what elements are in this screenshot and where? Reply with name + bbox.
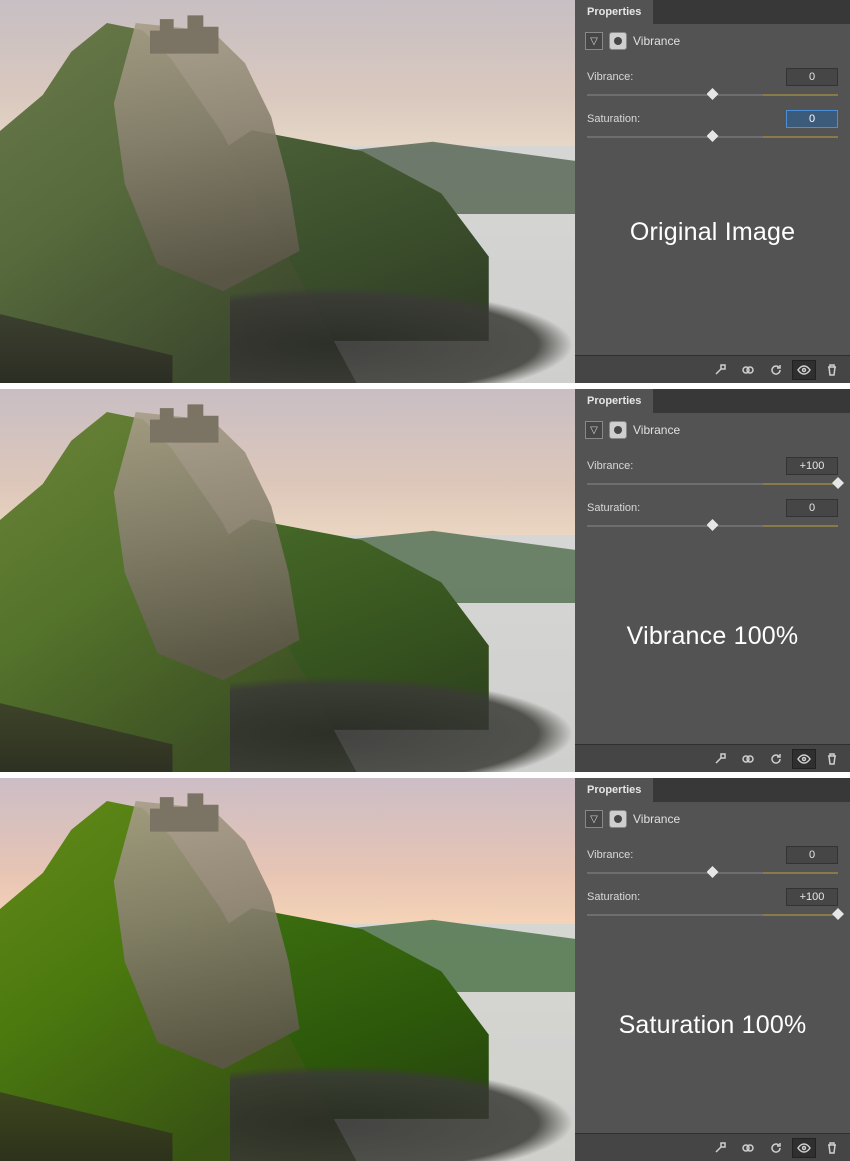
vibrance-value-input[interactable]: +100	[786, 457, 838, 475]
panel-menu-icon[interactable]	[828, 0, 850, 24]
layer-mask-icon[interactable]	[609, 32, 627, 50]
adjustment-type-icon[interactable]: ▽	[585, 421, 603, 439]
rocky-shore	[230, 1065, 575, 1161]
adjustment-header: ▽ Vibrance	[575, 802, 850, 832]
adjustment-header: ▽ Vibrance	[575, 24, 850, 54]
vibrance-label: Vibrance:	[587, 71, 633, 83]
saturation-label: Saturation:	[587, 891, 640, 903]
adjustment-controls: Vibrance: 0 Saturation: 0	[575, 54, 850, 144]
adjustment-type-icon[interactable]: ▽	[585, 32, 603, 50]
toggle-visibility-icon[interactable]	[792, 360, 816, 380]
panel-tab-bar: Properties	[575, 389, 850, 413]
rocky-shore	[230, 676, 575, 772]
vibrance-row: Vibrance: +100	[587, 457, 838, 475]
comparison-row: Properties ▽ Vibrance Vibrance: 0	[0, 0, 850, 383]
clip-to-layer-icon[interactable]	[708, 360, 732, 380]
saturation-value-input[interactable]: 0	[786, 499, 838, 517]
vibrance-label: Vibrance:	[587, 849, 633, 861]
toggle-visibility-icon[interactable]	[792, 749, 816, 769]
delete-icon[interactable]	[820, 749, 844, 769]
saturation-slider[interactable]	[587, 519, 838, 533]
adjustment-title: Vibrance	[633, 423, 680, 437]
reset-icon[interactable]	[764, 360, 788, 380]
landscape-photo	[0, 0, 575, 383]
saturation-slider[interactable]	[587, 130, 838, 144]
properties-tab[interactable]: Properties	[575, 389, 653, 413]
vibrance-row: Vibrance: 0	[587, 68, 838, 86]
vibrance-value-input[interactable]: 0	[786, 68, 838, 86]
clip-to-layer-icon[interactable]	[708, 1138, 732, 1158]
delete-icon[interactable]	[820, 360, 844, 380]
layer-mask-icon[interactable]	[609, 810, 627, 828]
reset-icon[interactable]	[764, 749, 788, 769]
panel-footer	[575, 355, 850, 383]
adjustment-controls: Vibrance: +100 Saturation: 0	[575, 443, 850, 533]
saturation-slider-thumb[interactable]	[832, 908, 844, 920]
panel-menu-icon[interactable]	[828, 389, 850, 413]
adjustment-controls: Vibrance: 0 Saturation: +100	[575, 832, 850, 922]
vibrance-slider-thumb[interactable]	[707, 866, 719, 878]
adjustment-title: Vibrance	[633, 34, 680, 48]
saturation-row: Saturation: 0	[587, 110, 838, 128]
adjustment-title: Vibrance	[633, 812, 680, 826]
saturation-row: Saturation: 0	[587, 499, 838, 517]
rocky-shore	[230, 287, 575, 383]
adjustment-type-icon[interactable]: ▽	[585, 810, 603, 828]
panel-footer	[575, 744, 850, 772]
panel-tab-bar: Properties	[575, 0, 850, 24]
vibrance-slider-thumb[interactable]	[832, 477, 844, 489]
vibrance-slider-thumb[interactable]	[707, 88, 719, 100]
comparison-row: Properties ▽ Vibrance Vibrance: +100	[0, 389, 850, 772]
properties-panel: Properties ▽ Vibrance Vibrance: 0	[575, 778, 850, 1161]
landscape-photo	[0, 389, 575, 772]
vibrance-slider[interactable]	[587, 477, 838, 491]
panel-tab-bar: Properties	[575, 778, 850, 802]
view-previous-state-icon[interactable]	[736, 749, 760, 769]
overlay-caption: Vibrance 100%	[575, 622, 850, 651]
properties-tab[interactable]: Properties	[575, 0, 653, 24]
saturation-slider[interactable]	[587, 908, 838, 922]
view-previous-state-icon[interactable]	[736, 1138, 760, 1158]
vibrance-row: Vibrance: 0	[587, 846, 838, 864]
vibrance-value-input[interactable]: 0	[786, 846, 838, 864]
comparison-row: Properties ▽ Vibrance Vibrance: 0	[0, 778, 850, 1161]
landscape-photo	[0, 778, 575, 1161]
panel-menu-icon[interactable]	[828, 778, 850, 802]
properties-panel: Properties ▽ Vibrance Vibrance: 0	[575, 0, 850, 383]
layer-mask-icon[interactable]	[609, 421, 627, 439]
clip-to-layer-icon[interactable]	[708, 749, 732, 769]
saturation-value-input[interactable]: 0	[786, 110, 838, 128]
saturation-label: Saturation:	[587, 113, 640, 125]
adjustment-header: ▽ Vibrance	[575, 413, 850, 443]
overlay-caption: Original Image	[575, 218, 850, 247]
saturation-slider-thumb[interactable]	[707, 519, 719, 531]
saturation-label: Saturation:	[587, 502, 640, 514]
saturation-slider-thumb[interactable]	[707, 130, 719, 142]
toggle-visibility-icon[interactable]	[792, 1138, 816, 1158]
vibrance-slider[interactable]	[587, 88, 838, 102]
vibrance-slider[interactable]	[587, 866, 838, 880]
panel-footer	[575, 1133, 850, 1161]
properties-panel: Properties ▽ Vibrance Vibrance: +100	[575, 389, 850, 772]
delete-icon[interactable]	[820, 1138, 844, 1158]
view-previous-state-icon[interactable]	[736, 360, 760, 380]
overlay-caption: Saturation 100%	[575, 1011, 850, 1040]
properties-tab[interactable]: Properties	[575, 778, 653, 802]
saturation-row: Saturation: +100	[587, 888, 838, 906]
reset-icon[interactable]	[764, 1138, 788, 1158]
vibrance-label: Vibrance:	[587, 460, 633, 472]
saturation-value-input[interactable]: +100	[786, 888, 838, 906]
